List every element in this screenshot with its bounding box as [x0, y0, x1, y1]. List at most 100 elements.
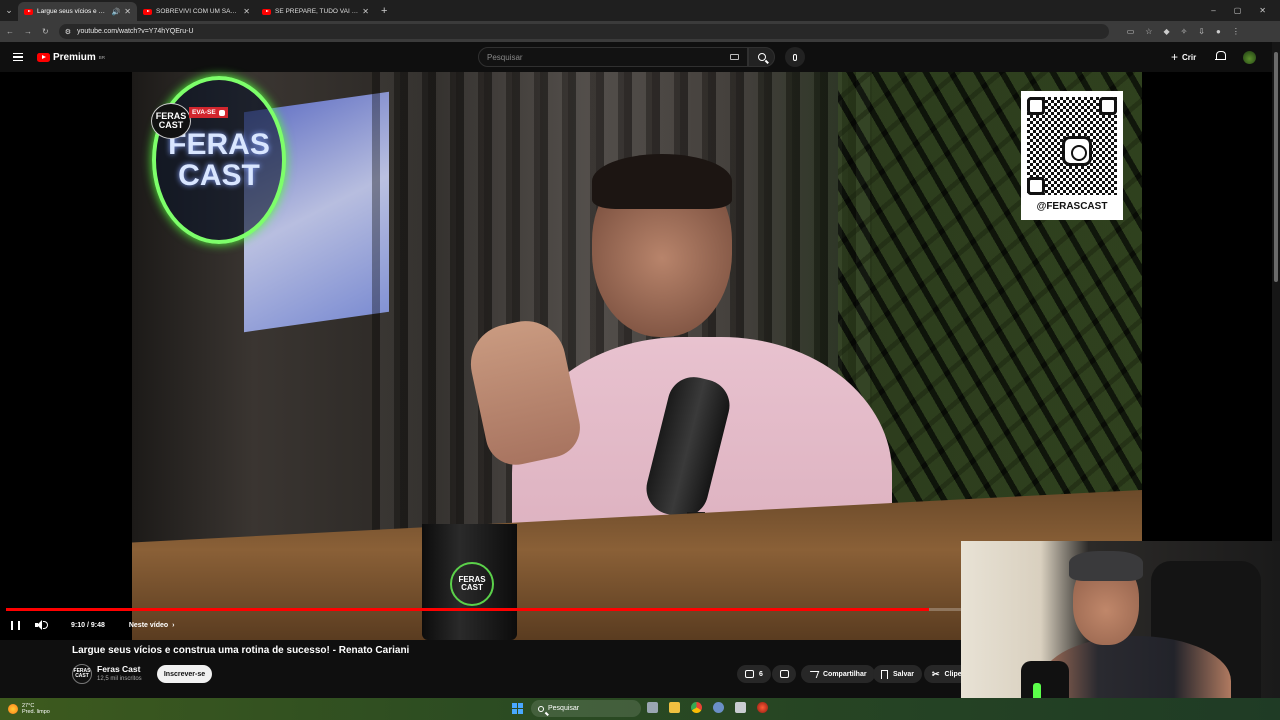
- maximize-button[interactable]: ▢: [1234, 6, 1242, 15]
- tab-close-icon[interactable]: ✕: [243, 7, 250, 16]
- search-placeholder: Pesquisar: [487, 52, 523, 62]
- tab-0[interactable]: Largue seus vícios e constr... 🔊 ✕: [18, 2, 137, 21]
- channel-watermark-logo[interactable]: FERAS CAST: [151, 103, 191, 139]
- browser-toolbar: ← → ↻ ⚙ youtube.com/watch?v=Y74hYQEru-U …: [0, 21, 1280, 42]
- qr-corner: [1027, 97, 1045, 115]
- chapter-button[interactable]: Neste vídeo ›: [129, 622, 175, 629]
- logo-country: BR: [98, 54, 106, 60]
- scrollbar-thumb[interactable]: [1274, 52, 1278, 282]
- subscribe-tag-text: EVA-SE: [192, 109, 216, 116]
- install-icon[interactable]: ▭: [1127, 27, 1135, 36]
- bookmark-icon: [881, 669, 888, 679]
- app-icon[interactable]: [757, 702, 768, 713]
- youtube-favicon-icon: [143, 8, 152, 15]
- settings-icon[interactable]: [713, 702, 724, 713]
- weather-widget[interactable]: 27°C Pred. limpo: [8, 703, 50, 716]
- youtube-premium-logo[interactable]: Premium BR: [37, 52, 105, 63]
- taskbar-search-label: Pesquisar: [548, 705, 580, 712]
- instagram-handle: @FERASCAST: [1036, 201, 1108, 212]
- profile-icon[interactable]: ●: [1216, 27, 1221, 36]
- chrome-icon[interactable]: [691, 702, 702, 713]
- menu-dots-icon[interactable]: ⋮: [1232, 27, 1240, 36]
- qr-code: [1027, 97, 1117, 195]
- downloads-icon[interactable]: ⇩: [1198, 27, 1205, 36]
- chapter-label: Neste vídeo: [128, 621, 169, 629]
- neon-line-2: CAST: [178, 159, 260, 192]
- share-button[interactable]: Compartilhar: [801, 665, 875, 683]
- voice-search-button[interactable]: [785, 47, 805, 67]
- channel-name[interactable]: Feras Cast: [97, 664, 140, 674]
- feras-cast-neon-sign: FERAS CAST: [152, 76, 286, 244]
- toolbar-icons: ▭ ☆ ◆ ✧ ⇩ ● ⋮: [1127, 27, 1240, 36]
- youtube-logo-icon: [37, 52, 50, 62]
- windows-start-icon[interactable]: [512, 703, 523, 714]
- tab-2[interactable]: SE PREPARE, TUDO VAI FICAR... ✕: [256, 2, 375, 21]
- hamburger-menu-icon[interactable]: [13, 53, 23, 61]
- subscriber-count: 12,5 mil inscritos: [97, 676, 142, 682]
- tab-close-icon[interactable]: ✕: [362, 7, 369, 16]
- raised-hand: [463, 313, 586, 471]
- chevron-right-icon: ›: [172, 621, 175, 629]
- browser-tab-bar: ⌄ Largue seus vícios e constr... 🔊 ✕ SOB…: [0, 0, 1280, 21]
- forward-icon[interactable]: →: [24, 27, 32, 36]
- search-button[interactable]: [748, 47, 775, 67]
- site-info-icon[interactable]: ⚙: [65, 28, 71, 36]
- account-avatar[interactable]: [1243, 51, 1256, 64]
- streamer-cap: [1069, 551, 1143, 581]
- progress-played: [6, 608, 929, 611]
- save-label: Salvar: [893, 670, 915, 678]
- weather-sun-icon: [8, 704, 18, 714]
- notifications-bell-icon[interactable]: [1215, 51, 1226, 62]
- like-button[interactable]: 6: [737, 665, 771, 683]
- taskbar-search[interactable]: Pesquisar: [531, 700, 641, 717]
- subscribe-tag-overlay: EVA-SE: [189, 107, 228, 118]
- bookmark-star-icon[interactable]: ☆: [1145, 27, 1152, 36]
- dislike-button[interactable]: [772, 665, 796, 683]
- calculator-icon[interactable]: [735, 702, 746, 713]
- channel-avatar[interactable]: FERAS CAST: [72, 664, 92, 684]
- window-controls: – ▢ ✕: [1211, 6, 1280, 15]
- new-tab-button[interactable]: +: [381, 5, 387, 17]
- mug-logo: FERAS CAST: [450, 562, 494, 606]
- tab-title: SOBREVIVI COM UM SALÁRIO...: [156, 8, 239, 15]
- address-bar[interactable]: ⚙ youtube.com/watch?v=Y74hYQEru-U: [58, 24, 1109, 39]
- tab-search-chevron-icon[interactable]: ⌄: [0, 0, 18, 21]
- save-button[interactable]: Salvar: [873, 665, 923, 683]
- share-icon: [807, 670, 820, 678]
- create-label: Crir: [1182, 52, 1197, 62]
- streamer-webcam-overlay: [961, 541, 1280, 720]
- host-hair: [592, 154, 732, 209]
- logo-text: Premium: [53, 51, 96, 63]
- volume-icon[interactable]: [35, 620, 48, 630]
- minimize-button[interactable]: –: [1211, 6, 1215, 15]
- pause-icon[interactable]: [11, 620, 20, 630]
- plus-icon: +: [1171, 50, 1179, 64]
- back-icon[interactable]: ←: [6, 27, 14, 36]
- reload-icon[interactable]: ↻: [42, 27, 49, 36]
- like-count: 6: [759, 670, 763, 678]
- weather-description: Pred. limpo: [22, 709, 50, 715]
- close-window-button[interactable]: ✕: [1259, 6, 1266, 15]
- tab-close-icon[interactable]: ✕: [124, 7, 131, 16]
- tab-1[interactable]: SOBREVIVI COM UM SALÁRIO... ✕: [137, 2, 256, 21]
- create-button[interactable]: + Crir: [1165, 49, 1202, 65]
- clip-label: Clipe: [944, 670, 962, 678]
- task-view-icon[interactable]: [647, 702, 658, 713]
- tab-title: SE PREPARE, TUDO VAI FICAR...: [275, 8, 358, 15]
- extension-icon[interactable]: ◆: [1163, 27, 1169, 36]
- thumbs-up-icon: [745, 670, 754, 678]
- scissors-icon: ✂: [932, 668, 940, 679]
- subscribe-button[interactable]: Inscrever-se: [157, 665, 212, 683]
- video-progress-bar[interactable]: [6, 608, 961, 611]
- instagram-qr-card: @FERASCAST: [1021, 91, 1123, 220]
- extension-puzzle-icon[interactable]: ✧: [1181, 27, 1188, 36]
- tab-audio-icon[interactable]: 🔊: [112, 8, 121, 16]
- search-input[interactable]: Pesquisar: [478, 47, 748, 67]
- file-explorer-icon[interactable]: [669, 702, 680, 713]
- youtube-favicon-icon: [262, 8, 271, 15]
- youtube-favicon-icon: [24, 8, 33, 15]
- thumbs-down-icon: [779, 670, 789, 678]
- keyboard-icon[interactable]: [730, 54, 739, 60]
- player-controls: 9:10 / 9:48 Neste vídeo ›: [0, 616, 175, 634]
- tab-title: Largue seus vícios e constr...: [37, 8, 108, 15]
